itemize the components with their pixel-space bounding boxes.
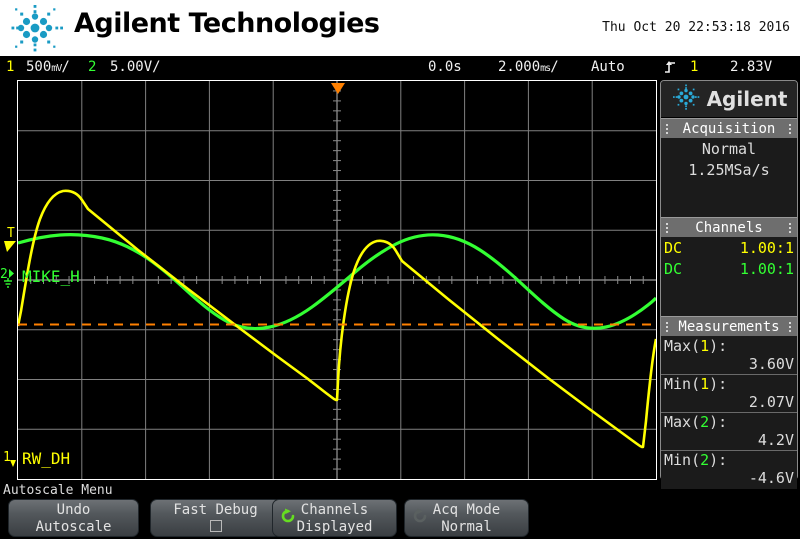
- svg-text:1: 1: [3, 450, 11, 465]
- measurements-title: Measurements: [678, 319, 780, 335]
- channel2-coupling: DC: [664, 260, 683, 278]
- app-header: Agilent Technologies Thu Oct 20 22:53:18…: [0, 0, 800, 56]
- svg-text:2: 2: [0, 267, 8, 282]
- grip-icon: [789, 223, 792, 233]
- status-ch1-number[interactable]: 1: [6, 58, 14, 76]
- agilent-starburst-icon: [2, 3, 68, 53]
- channel1-coupling: DC: [664, 239, 683, 257]
- channels-title: Channels: [695, 220, 763, 236]
- softkey-line1: Fast Debug: [173, 502, 258, 518]
- channel2-probe: 1.00:1: [739, 260, 794, 278]
- rising-edge-trigger-icon: [664, 60, 677, 79]
- softkey-line2: Autoscale: [35, 519, 112, 535]
- status-ch2-scale[interactable]: 5.00V/: [110, 58, 161, 76]
- datetime-display: Thu Oct 20 22:53:18 2016: [602, 20, 790, 35]
- measurements-panel-header[interactable]: Measurements: [661, 316, 797, 336]
- softkey-bar: Undo Autoscale Fast Debug Channels Displ…: [0, 499, 800, 539]
- oscilloscope-screen: Agilent Technologies Thu Oct 20 22:53:18…: [0, 0, 800, 539]
- measurement-item[interactable]: Min(1): 2.07V: [661, 375, 797, 413]
- waveform-canvas: [18, 81, 656, 479]
- status-ch2-number[interactable]: 2: [88, 58, 96, 76]
- channel1-offset-marker[interactable]: 1: [3, 449, 21, 475]
- grip-icon: [666, 124, 669, 134]
- sidebar-brand: Agilent: [661, 81, 797, 118]
- acquisition-sample-rate: 1.25MSa/s: [688, 161, 770, 179]
- measurement-item[interactable]: Max(2): 4.2V: [661, 413, 797, 451]
- acquisition-title: Acquisition: [682, 121, 776, 137]
- info-sidebar: Agilent Acquisition Normal 1.25MSa/s Cha…: [660, 80, 798, 489]
- measurement-value: 2.07V: [748, 393, 794, 411]
- status-time-delay[interactable]: 0.0s: [428, 58, 462, 76]
- softkey-line1: Undo: [56, 502, 91, 518]
- status-sweep-mode[interactable]: Auto: [591, 58, 625, 76]
- grip-icon: [666, 223, 669, 233]
- sidebar-brand-text: Agilent: [706, 87, 788, 111]
- softkey-undo-autoscale[interactable]: Undo Autoscale: [8, 499, 139, 537]
- acquisition-mode: Normal: [701, 140, 757, 158]
- status-bar: 1 500mV/ 2 5.00V/ 0.0s 2.000ms/ Auto 1 2…: [0, 56, 800, 78]
- channel-row[interactable]: DC 1.00:1: [661, 238, 797, 259]
- softkey-fast-debug[interactable]: Fast Debug: [150, 499, 281, 537]
- measurement-value: -4.6V: [748, 469, 794, 487]
- measurement-value: 3.60V: [748, 355, 794, 373]
- grip-icon: [666, 322, 669, 332]
- refresh-green-icon: [280, 508, 296, 524]
- channel2-ground-marker[interactable]: 2: [0, 267, 18, 293]
- status-time-scale[interactable]: 2.000ms/: [498, 58, 559, 78]
- status-trigger-level[interactable]: 2.83V: [730, 58, 772, 76]
- acquisition-panel-body: Normal 1.25MSa/s: [661, 138, 797, 217]
- status-trigger-source[interactable]: 1: [690, 58, 698, 76]
- agilent-starburst-icon: [671, 83, 701, 115]
- channel-row[interactable]: DC 1.00:1: [661, 259, 797, 280]
- menu-title: Autoscale Menu: [3, 483, 113, 498]
- channel2-waveform-label[interactable]: MIKE_H: [22, 267, 80, 286]
- acquisition-panel-header[interactable]: Acquisition: [661, 118, 797, 138]
- grip-icon: [789, 322, 792, 332]
- channel1-probe: 1.00:1: [739, 239, 794, 257]
- waveform-display[interactable]: [17, 80, 657, 480]
- measurement-item[interactable]: Min(2): -4.6V: [661, 451, 797, 488]
- refresh-dim-icon: [412, 508, 428, 524]
- measurements-panel-body: Max(1): 3.60V Min(1): 2.07V Max(2): 4.2V…: [661, 336, 797, 489]
- measurement-value: 4.2V: [757, 431, 794, 449]
- status-ch1-scale[interactable]: 500mV/: [26, 58, 70, 78]
- fast-debug-checkbox[interactable]: [209, 520, 222, 532]
- channels-panel-header[interactable]: Channels: [661, 217, 797, 237]
- softkey-channels-displayed[interactable]: Channels Displayed: [272, 499, 397, 537]
- channel1-waveform-label[interactable]: RW_DH: [22, 449, 70, 468]
- softkey-acq-mode[interactable]: Acq Mode Normal: [404, 499, 529, 537]
- grip-icon: [789, 124, 792, 134]
- brand-title: Agilent Technologies: [74, 8, 380, 39]
- measurement-item[interactable]: Max(1): 3.60V: [661, 337, 797, 375]
- channels-panel-body: DC 1.00:1 DC 1.00:1: [661, 237, 797, 316]
- trigger-level-marker[interactable]: T: [4, 227, 18, 253]
- trigger-position-marker[interactable]: [331, 79, 345, 98]
